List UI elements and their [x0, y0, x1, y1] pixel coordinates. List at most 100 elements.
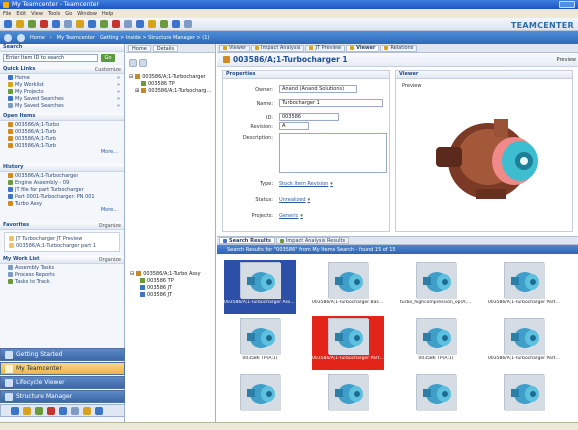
- tab-impact-analysis-results[interactable]: Impact Analysis Results: [275, 237, 350, 244]
- open-items-more-link[interactable]: More...: [0, 149, 124, 156]
- result-tile[interactable]: 003586/A;1-Turbocharger Part(A): [312, 316, 384, 370]
- type-link[interactable]: Stock Item Revision ▾: [279, 181, 359, 187]
- open-items-header[interactable]: Open Items: [0, 113, 124, 121]
- result-tile[interactable]: 003586/A;1-Turbocharger Assembly: [224, 260, 296, 314]
- result-tile[interactable]: 003586/A;1-Turbocharger Part(A): [488, 316, 560, 370]
- open-item[interactable]: 003586/A;1-Turbo: [0, 121, 124, 128]
- menu-view[interactable]: View: [31, 11, 43, 17]
- menu-file[interactable]: File: [3, 11, 11, 17]
- open-item[interactable]: 003586/A;1-Turb: [0, 135, 124, 142]
- app-lifecycle-viewer[interactable]: Lifecycle Viewer: [0, 376, 125, 389]
- menu-tools[interactable]: Tools: [48, 11, 60, 17]
- menu-go[interactable]: Go: [65, 11, 72, 17]
- expand-arrow-icon[interactable]: »: [117, 103, 120, 109]
- tree-node[interactable]: ⊞ 003586/A;1-Turbocharger part: [129, 87, 212, 94]
- favorite-item[interactable]: JT Turbocharger JT Preview: [7, 235, 117, 242]
- expand-arrow-icon[interactable]: »: [117, 96, 120, 102]
- checkin-icon[interactable]: [100, 20, 108, 28]
- quick-link-home[interactable]: Home »: [0, 74, 124, 81]
- result-tile[interactable]: [312, 372, 384, 426]
- favorites-organize-link[interactable]: Organize: [99, 223, 121, 229]
- dropdown-arrow-icon[interactable]: ▾: [308, 197, 311, 203]
- menu-edit[interactable]: Edit: [16, 11, 26, 17]
- work-item[interactable]: Process Reports: [0, 271, 124, 278]
- app-shortcut-icon[interactable]: [11, 406, 19, 415]
- expand-arrow-icon[interactable]: »: [117, 82, 120, 88]
- favorite-item[interactable]: 003586/A;1-Turbocharger part 1: [7, 242, 117, 249]
- tab-impact-analysis[interactable]: Impact Analysis: [251, 44, 305, 52]
- work-item[interactable]: Tasks to Track: [0, 278, 124, 285]
- tab-details[interactable]: Details: [152, 44, 179, 52]
- history-more-link[interactable]: More...: [0, 207, 124, 214]
- quick-link-saved-searches-2[interactable]: My Saved Searches »: [0, 102, 124, 109]
- copy-icon[interactable]: [64, 20, 72, 28]
- history-item[interactable]: Engine Assembly - 09: [0, 179, 124, 186]
- back-button[interactable]: [4, 33, 12, 42]
- history-item[interactable]: Turbo Assy: [0, 200, 124, 207]
- expand-toggle-icon[interactable]: ⊟: [130, 271, 134, 277]
- viewer-icon[interactable]: [172, 20, 180, 28]
- help-icon[interactable]: [184, 20, 192, 28]
- history-item[interactable]: JT file for part Turbocharger: [0, 186, 124, 193]
- result-tile[interactable]: [400, 372, 472, 426]
- app-shortcut-icon[interactable]: [83, 406, 91, 415]
- owner-field[interactable]: Anand (Anand Solutions): [279, 85, 357, 93]
- expand-arrow-icon[interactable]: »: [117, 75, 120, 81]
- my-work-header[interactable]: My Work List Organize: [0, 256, 124, 264]
- tree-node[interactable]: ⊟ 003586/A;1-Turbocharger: [129, 73, 212, 80]
- result-tile[interactable]: [224, 372, 296, 426]
- revision-field[interactable]: A: [279, 122, 309, 130]
- breadcrumb-path[interactable]: Getting > Inside > Structure Manager > (…: [100, 35, 209, 41]
- header-preview-button[interactable]: Preview: [557, 57, 576, 63]
- tab-jt-preview[interactable]: JT Preview: [305, 44, 346, 52]
- app-getting-started[interactable]: Getting Started: [0, 348, 125, 361]
- search-icon[interactable]: [136, 20, 144, 28]
- quick-link-worklist[interactable]: My Worklist »: [0, 81, 124, 88]
- result-tile[interactable]: 003586 TP(A;1): [400, 316, 472, 370]
- turbocharger-3d-preview[interactable]: [416, 99, 556, 209]
- search-input[interactable]: Enter Item ID to search: [3, 54, 98, 62]
- app-shortcut-icon[interactable]: [23, 406, 31, 415]
- app-shortcut-icon[interactable]: [71, 406, 79, 415]
- search-section-header[interactable]: Search: [0, 44, 124, 52]
- tree-node[interactable]: 003586 TP: [129, 80, 212, 87]
- quick-link-saved-searches[interactable]: My Saved Searches »: [0, 95, 124, 102]
- tab-viewer-active[interactable]: Viewer: [346, 44, 380, 52]
- result-tile[interactable]: 003586/A;1-Turbocharger Part(A): [488, 260, 560, 314]
- dropdown-arrow-icon[interactable]: ▾: [300, 213, 303, 219]
- history-header[interactable]: History: [0, 164, 124, 172]
- result-tile[interactable]: [488, 372, 560, 426]
- forward-button[interactable]: [17, 33, 25, 42]
- tree-node[interactable]: 003586 JT: [130, 284, 214, 291]
- tab-search-results[interactable]: Search Results: [219, 237, 275, 244]
- send-to-icon[interactable]: [148, 20, 156, 28]
- projects-link[interactable]: Generic ▾: [279, 213, 359, 219]
- quick-link-projects[interactable]: My Projects »: [0, 88, 124, 95]
- favorites-header[interactable]: Favorites Organize: [0, 222, 124, 230]
- tab-relations[interactable]: Relations: [380, 44, 418, 52]
- expand-arrow-icon[interactable]: »: [117, 89, 120, 95]
- result-tile[interactable]: 003586 TP(A;1): [224, 316, 296, 370]
- app-shortcut-icon[interactable]: [59, 406, 67, 415]
- my-work-organize-link[interactable]: Organize: [99, 257, 121, 263]
- expand-toggle-icon[interactable]: ⊟: [129, 74, 133, 80]
- expand-icon[interactable]: [139, 59, 147, 67]
- properties-header[interactable]: Properties: [223, 71, 389, 79]
- app-structure-manager[interactable]: Structure Manager: [0, 390, 125, 403]
- app-my-teamcenter[interactable]: My Teamcenter: [0, 362, 125, 375]
- dropdown-arrow-icon[interactable]: ▾: [330, 181, 333, 187]
- new-icon[interactable]: [4, 20, 12, 28]
- app-shortcut-icon[interactable]: [35, 406, 43, 415]
- tree-node[interactable]: ⊟ 003586/A;1-Turbo Assy: [130, 270, 214, 277]
- name-field[interactable]: Turbocharger 1: [279, 99, 383, 107]
- app-shortcut-icon[interactable]: [47, 406, 55, 415]
- app-shortcut-icon[interactable]: [95, 406, 103, 415]
- breadcrumb-mytc[interactable]: My Teamcenter: [57, 35, 95, 41]
- menu-window[interactable]: Window: [77, 11, 97, 17]
- collapse-icon[interactable]: [129, 59, 137, 67]
- status-link[interactable]: Unrealized ▾: [279, 197, 359, 203]
- quick-links-header[interactable]: Quick Links Customize: [0, 66, 124, 74]
- tree-node[interactable]: 003586 JT: [130, 291, 214, 298]
- tab-home[interactable]: Home: [128, 44, 151, 52]
- description-field[interactable]: [279, 133, 387, 173]
